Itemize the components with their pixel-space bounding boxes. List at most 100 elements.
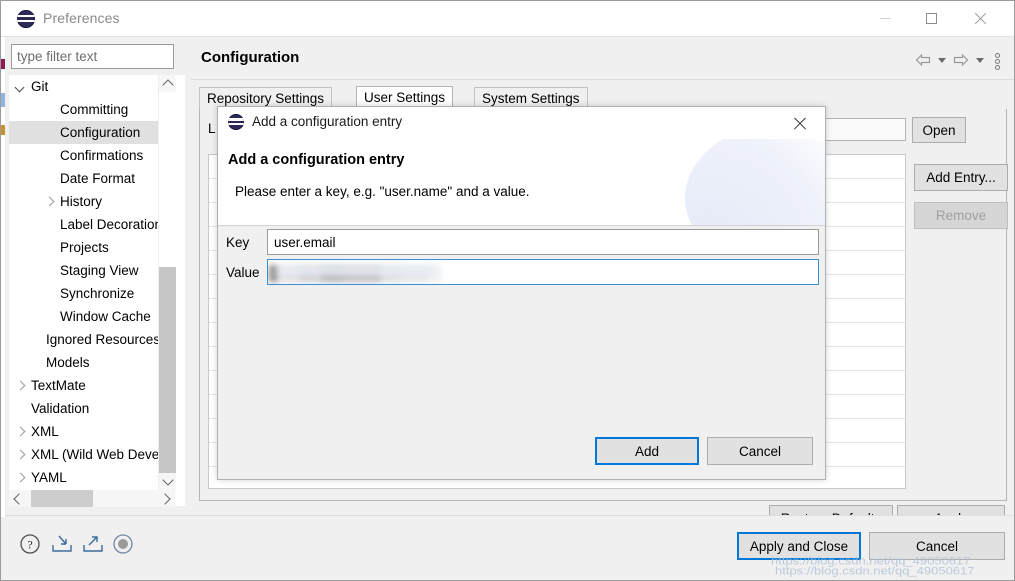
value-input[interactable]	[267, 259, 819, 285]
dialog-add-button[interactable]: Add	[595, 437, 699, 465]
cancel-button[interactable]: Cancel	[869, 532, 1005, 560]
sidebar-item-label: TextMate	[31, 378, 86, 393]
chevron-right-icon[interactable]	[13, 443, 27, 466]
sidebar-item-label: History	[60, 194, 103, 209]
dialog-cancel-button[interactable]: Cancel	[707, 437, 813, 465]
sidebar-item-label: Committing	[60, 102, 129, 117]
tree-vertical-scrollbar[interactable]	[158, 75, 176, 490]
decorative-gradient	[685, 139, 825, 225]
dialog-title: Add a configuration entry	[252, 114, 403, 129]
help-icon[interactable]: ?	[19, 533, 41, 558]
sidebar-item-label: Ignored Resources	[46, 332, 161, 347]
export-icon[interactable]	[81, 533, 105, 558]
chevron-right-icon[interactable]	[13, 420, 27, 443]
redacted-value-overlay	[277, 266, 437, 276]
forward-arrow-icon[interactable]	[950, 49, 972, 71]
add-entry-button[interactable]: Add Entry...	[914, 164, 1008, 191]
page-title: Configuration	[201, 49, 300, 66]
dot	[995, 65, 1000, 70]
sidebar-item-label: YAML	[31, 470, 67, 485]
open-button[interactable]: Open	[912, 117, 966, 143]
remove-button[interactable]: Remove	[914, 202, 1008, 229]
dialog-subtitle: Please enter a key, e.g. "user.name" and…	[235, 184, 530, 199]
import-icon[interactable]	[50, 533, 74, 558]
search-input[interactable]	[11, 44, 174, 69]
dialog-close-button[interactable]	[777, 107, 821, 139]
dialog-button-bar: Add Cancel	[218, 423, 825, 479]
close-icon	[974, 13, 986, 25]
scrollbar-thumb[interactable]	[159, 92, 176, 267]
title-separator	[191, 79, 1014, 80]
sidebar-item-window-cache[interactable]: Window Cache	[9, 305, 169, 328]
sidebar-item-validation[interactable]: Validation	[9, 397, 169, 420]
close-icon	[793, 117, 806, 130]
sidebar-item-staging-view[interactable]: Staging View	[9, 259, 169, 282]
sidebar-item-label: XML	[31, 424, 59, 439]
sidebar-item-label: Configuration	[60, 125, 141, 140]
key-input[interactable]	[267, 229, 819, 255]
sidebar-item-label: Window Cache	[60, 309, 151, 324]
scrollbar-track[interactable]	[159, 267, 176, 473]
sidebar-item-committing[interactable]: Committing	[9, 98, 169, 121]
tree-horizontal-scrollbar[interactable]	[9, 490, 175, 507]
sidebar-item-yaml[interactable]: YAML	[9, 466, 169, 489]
scrollbar-thumb-horizontal[interactable]	[31, 490, 93, 507]
edge-chip	[1, 59, 5, 69]
minimize-icon	[879, 18, 891, 19]
sidebar-item-label: Models	[46, 355, 90, 370]
sidebar-item-label: Label Decorations	[60, 217, 169, 232]
preferences-window: Preferences Git Committing Configuration Co…	[0, 0, 1015, 581]
chevron-down-icon	[161, 474, 174, 486]
sidebar-item-history[interactable]: History	[9, 190, 169, 213]
back-arrow-icon[interactable]	[912, 49, 934, 71]
sidebar-item-configuration[interactable]: Configuration	[9, 121, 169, 144]
close-window-button[interactable]	[957, 1, 1003, 36]
chevron-right-icon	[159, 492, 171, 505]
sidebar-item-synchronize[interactable]: Synchronize	[9, 282, 169, 305]
chevron-up-icon	[161, 79, 174, 91]
back-dropdown-icon[interactable]	[934, 49, 950, 71]
chevron-right-icon[interactable]	[42, 190, 56, 213]
dot	[995, 59, 1000, 64]
sidebar-item-label-decorations[interactable]: Label Decorations	[9, 213, 169, 236]
maximize-button[interactable]	[908, 1, 954, 36]
bottom-bar	[1, 515, 1014, 580]
vertical-dots-icon[interactable]	[988, 49, 1006, 71]
sidebar-item-models[interactable]: Models	[9, 351, 169, 374]
sidebar-item-xml[interactable]: XML	[9, 420, 169, 443]
navigation-toolbar	[912, 49, 1006, 71]
scroll-down-button[interactable]	[159, 473, 176, 490]
eclipse-logo-icon	[228, 114, 244, 130]
title-bar: Preferences	[1, 1, 1014, 37]
sidebar-item-confirmations[interactable]: Confirmations	[9, 144, 169, 167]
filter-field-wrapper	[11, 44, 174, 69]
sidebar-item-projects[interactable]: Projects	[9, 236, 169, 259]
status-circle-icon[interactable]	[112, 533, 134, 558]
svg-text:?: ?	[27, 538, 32, 552]
chevron-down-icon[interactable]	[13, 75, 27, 98]
edge-chip	[1, 125, 5, 135]
scroll-right-button[interactable]	[158, 490, 175, 507]
key-label: Key	[226, 235, 250, 250]
chevron-right-icon[interactable]	[13, 466, 27, 489]
sidebar-item-textmate[interactable]: TextMate	[9, 374, 169, 397]
dialog-title-bar: Add a configuration entry	[218, 107, 825, 139]
eclipse-logo-icon	[17, 10, 35, 28]
apply-and-close-button[interactable]: Apply and Close	[737, 532, 861, 560]
forward-dropdown-icon[interactable]	[972, 49, 988, 71]
dialog-heading: Add a configuration entry	[228, 152, 405, 168]
sidebar-item-label: Date Format	[60, 171, 136, 186]
sidebar-item-ignored-resources[interactable]: Ignored Resources	[9, 328, 169, 351]
maximize-icon	[925, 13, 937, 24]
sidebar-item-label: Git	[31, 79, 49, 94]
scroll-up-button[interactable]	[159, 75, 176, 92]
value-label: Value	[226, 265, 260, 280]
sidebar-item-git[interactable]: Git	[9, 75, 169, 98]
sidebar-item-date-format[interactable]: Date Format	[9, 167, 169, 190]
sidebar-item-label: Validation	[31, 401, 90, 416]
sidebar-item-xml-wild-web-developer[interactable]: XML (Wild Web Developer)	[9, 443, 169, 466]
chevron-right-icon[interactable]	[13, 374, 27, 397]
scroll-left-button[interactable]	[9, 490, 26, 507]
minimize-button[interactable]	[862, 1, 908, 36]
window-edge-bleed	[1, 37, 5, 517]
